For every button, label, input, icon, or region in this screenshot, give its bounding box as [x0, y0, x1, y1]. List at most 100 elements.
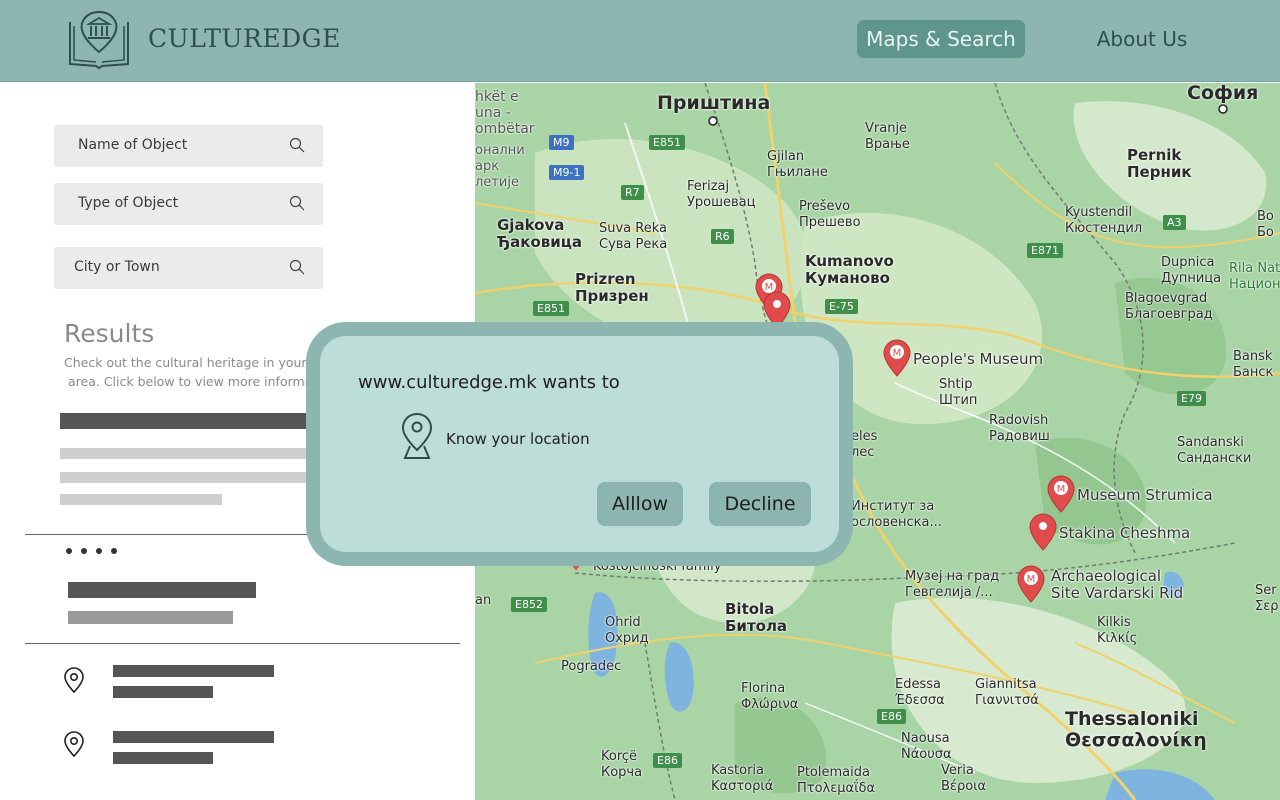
city-label-kyustendil: Kyustendil Кюстендил	[1065, 205, 1143, 236]
city-label-kumanovo: Kumanovo Куманово	[805, 252, 894, 287]
city-label-prizren: Prizren Призрен	[575, 270, 649, 305]
poi-label-archaeological-site[interactable]: Archaeological Site Vardarski Rid	[1051, 568, 1183, 602]
search-type-of-object[interactable]: Type of Object	[54, 183, 323, 225]
map-label-partial: онални арк летије	[475, 143, 525, 190]
museum-book-logo-icon[interactable]	[66, 8, 132, 70]
result-text-placeholder	[113, 752, 213, 764]
road-shield: E871	[1027, 243, 1063, 258]
city-label-ohrid: Ohrid Охрид	[605, 615, 649, 646]
poi-label-stakina-cheshma[interactable]: Stakina Cheshma	[1059, 525, 1190, 542]
results-heading: Results	[64, 319, 155, 348]
result-title-placeholder[interactable]	[68, 582, 256, 598]
result-title-placeholder[interactable]	[113, 731, 274, 743]
result-text-placeholder	[113, 686, 213, 698]
poi-label-museum-strumica[interactable]: Museum Strumica	[1077, 487, 1213, 504]
svg-text:M: M	[1057, 484, 1066, 495]
road-shield: E851	[533, 301, 569, 316]
city-label-sandanski: Sandanski Сандански	[1177, 435, 1252, 466]
road-shield: E-75	[825, 299, 858, 314]
location-marker-icon[interactable]	[1029, 513, 1057, 551]
logo-text[interactable]: CULTUREDGE	[148, 24, 341, 53]
museum-marker-icon[interactable]: M	[1017, 565, 1045, 603]
allow-button[interactable]: Alllow	[597, 482, 683, 526]
city-label-institut: Институт за ословенска...	[851, 499, 942, 530]
city-label-vranje: Vranje Врање	[865, 121, 910, 152]
city-label-partial: Bo Бо	[1257, 209, 1274, 240]
city-label-giannitsa: Giannitsa Γιαννιτσά	[975, 677, 1039, 708]
dialog-title: www.culturedge.mk wants to	[358, 372, 620, 393]
poi-label-peoples-museum[interactable]: People's Museum	[913, 351, 1043, 368]
svg-text:M: M	[893, 348, 902, 359]
city-label-naousa: Naousa Νάουσα	[901, 731, 952, 762]
road-shield: E86	[653, 753, 682, 768]
road-shield: M9-1	[549, 165, 585, 180]
city-label-veles-partial: eles лес	[851, 429, 878, 460]
city-label-ferizaj: Ferizaj Урошевац	[687, 179, 756, 210]
city-label-pristina: Приштина	[657, 92, 771, 114]
search-placeholder: Name of Object	[78, 137, 188, 153]
city-label-ptolemaida: Ptolemaida Πτολεμαΐδα	[797, 765, 876, 796]
museum-marker-icon[interactable]: M	[1047, 475, 1075, 513]
museum-marker-icon[interactable]: M	[883, 339, 911, 377]
search-icon[interactable]	[289, 259, 305, 275]
city-label-pernik: Pernik Перник	[1127, 146, 1192, 181]
city-label-gjilan: Gjilan Гњилане	[767, 149, 828, 180]
search-placeholder: Type of Object	[78, 195, 179, 211]
svg-text:M: M	[1027, 574, 1036, 585]
city-label-gjakova: Gjakova Ђаковица	[497, 216, 583, 251]
results-description-line-1: Check out the cultural heritage in your	[64, 355, 307, 370]
city-label-florina: Florina Φλώρινα	[741, 681, 799, 712]
top-header: CULTUREDGE Maps & Search About Us	[0, 0, 1280, 82]
results-description-line-2: area. Click below to view more informa	[68, 374, 313, 389]
city-label-presevo: Preševo Прешево	[799, 199, 861, 230]
result-text-placeholder	[60, 494, 222, 505]
road-shield: E86	[877, 709, 906, 724]
city-label-korce: Korçë Корча	[601, 749, 643, 780]
result-title-placeholder[interactable]	[113, 665, 274, 677]
city-label-radovish: Radovish Радовиш	[989, 413, 1050, 444]
city-label-shtip: Shtip Штип	[939, 377, 978, 408]
result-text-placeholder	[68, 611, 233, 624]
result-text-placeholder	[60, 472, 310, 483]
divider	[25, 534, 315, 535]
city-label-partial: an	[475, 593, 492, 608]
location-permission-dialog: www.culturedge.mk wants to Know your loc…	[306, 322, 853, 566]
city-label-kilkis: Kilkis Κιλκίς	[1097, 615, 1138, 646]
dialog-body: www.culturedge.mk wants to Know your loc…	[320, 336, 839, 552]
road-shield: R7	[621, 185, 644, 200]
divider	[25, 643, 460, 644]
city-label-sofia: София	[1187, 83, 1259, 104]
search-city-or-town[interactable]: City or Town	[54, 247, 323, 289]
city-label-rila: Rila Nat Национ	[1229, 261, 1280, 292]
search-icon[interactable]	[289, 195, 305, 211]
results-description: Check out the cultural heritage in your …	[64, 353, 314, 391]
nav-about-us[interactable]: About Us	[1084, 20, 1200, 58]
location-pin-icon	[64, 731, 84, 758]
location-pin-icon	[64, 667, 84, 694]
road-shield: A3	[1163, 215, 1186, 230]
road-shield: E79	[1177, 391, 1206, 406]
city-label-edessa: Edessa Έδεσσα	[895, 677, 945, 708]
road-shield: M9	[549, 135, 574, 150]
road-shield: E852	[511, 597, 547, 612]
city-label-serres-partial: Ser Σερ	[1255, 583, 1279, 614]
city-label-thessaloniki: Thessaloniki Θεσσαλονίκη	[1065, 708, 1207, 751]
road-shield: R6	[711, 229, 734, 244]
result-text-placeholder	[60, 448, 310, 459]
search-name-of-object[interactable]: Name of Object	[54, 125, 323, 167]
more-dots-icon[interactable]	[66, 539, 126, 554]
map-label-partial: hkët e una - ombëtar	[475, 89, 535, 137]
road-shield: E851	[649, 135, 685, 150]
city-label-gevgelija-museum: Музеј на град Гевгелија /...	[905, 569, 1000, 600]
search-placeholder: City or Town	[74, 259, 160, 275]
city-label-dupnica: Dupnica Дупница	[1161, 255, 1222, 286]
result-title-placeholder[interactable]	[60, 413, 320, 429]
permission-text: Know your location	[446, 430, 590, 448]
city-label-blagoevgrad: Blagoevgrad Благоевград	[1125, 291, 1213, 322]
nav-maps-search[interactable]: Maps & Search	[857, 20, 1025, 58]
decline-button[interactable]: Decline	[709, 482, 811, 526]
search-icon[interactable]	[289, 137, 305, 153]
city-label-kastoria: Kastoria Καστοριά	[711, 763, 774, 794]
city-label-suva-reka: Suva Reka Сува Река	[599, 221, 668, 252]
city-label-pogradec: Pogradec	[561, 659, 622, 674]
